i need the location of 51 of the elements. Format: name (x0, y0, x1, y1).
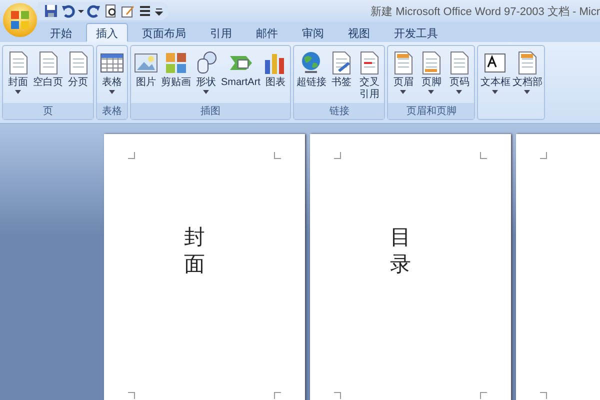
ribbon-tab[interactable]: 页面布局 (132, 23, 196, 42)
group-label: 链接 (294, 103, 384, 119)
ribbon-tab[interactable]: 视图 (338, 23, 380, 42)
office-logo-icon (9, 9, 31, 31)
group-label: 表格 (97, 103, 127, 119)
crop-mark (540, 392, 547, 399)
ribbon-tab[interactable]: 插入 (86, 23, 128, 42)
ribbon-button[interactable]: 页码 (445, 48, 474, 103)
group-label: 页眉和页脚 (388, 103, 474, 119)
ribbon-button[interactable]: SmartArt (220, 48, 262, 103)
ribbon-button[interactable]: 封面 (4, 48, 32, 103)
crop-mark (128, 152, 135, 159)
redo-icon[interactable] (87, 4, 101, 18)
crop-mark (480, 392, 487, 399)
ribbon-tab[interactable]: 开始 (40, 23, 82, 42)
crop-mark (334, 152, 341, 159)
ribbon-tab[interactable]: 开发工具 (384, 23, 448, 42)
ribbon-button[interactable]: 图片 (132, 48, 160, 103)
ribbon-tab[interactable]: 审阅 (292, 23, 334, 42)
save-icon[interactable] (44, 4, 58, 18)
ribbon-button[interactable]: 书签 (327, 48, 356, 103)
page-heading: 目录 (390, 225, 411, 278)
ribbon-button[interactable]: 形状 (192, 48, 220, 103)
edit-icon[interactable] (121, 4, 135, 18)
undo-icon[interactable] (61, 4, 75, 18)
page-heading: 封面 (184, 225, 205, 278)
window-title: 新建 Microsoft Office Word 97-2003 文档 - Micr (370, 4, 600, 18)
ribbon-button[interactable]: 分页 (64, 48, 92, 103)
crop-mark (274, 392, 281, 399)
crop-mark (540, 152, 547, 159)
ribbon-button[interactable]: 文档部 (511, 48, 544, 119)
ribbon-button[interactable]: 超链接 (295, 48, 328, 103)
ribbon-button[interactable]: 页脚 (417, 48, 446, 103)
ribbon-button[interactable]: 文本框 (479, 48, 512, 119)
clip-art-icon (163, 50, 189, 76)
group-label: 插图 (131, 103, 290, 119)
ribbon-tab[interactable]: 邮件 (246, 23, 288, 42)
menu-icon[interactable] (138, 4, 152, 18)
crop-mark (274, 152, 281, 159)
ribbon-button[interactable]: 页眉 (389, 48, 418, 103)
crop-mark (128, 392, 135, 399)
group-label: 页 (3, 103, 93, 119)
ribbon-button[interactable]: 表格 (98, 48, 126, 103)
ribbon-button[interactable]: 空白页 (32, 48, 64, 103)
ribbon-button[interactable]: 图表 (261, 48, 290, 103)
ribbon-tab[interactable]: 引用 (200, 23, 242, 42)
ribbon-button[interactable]: 剪贴画 (160, 48, 192, 103)
ribbon-button[interactable]: 交叉 引用 (355, 48, 384, 103)
crop-mark (334, 392, 341, 399)
crop-mark (480, 152, 487, 159)
print-preview-icon[interactable] (104, 4, 118, 18)
